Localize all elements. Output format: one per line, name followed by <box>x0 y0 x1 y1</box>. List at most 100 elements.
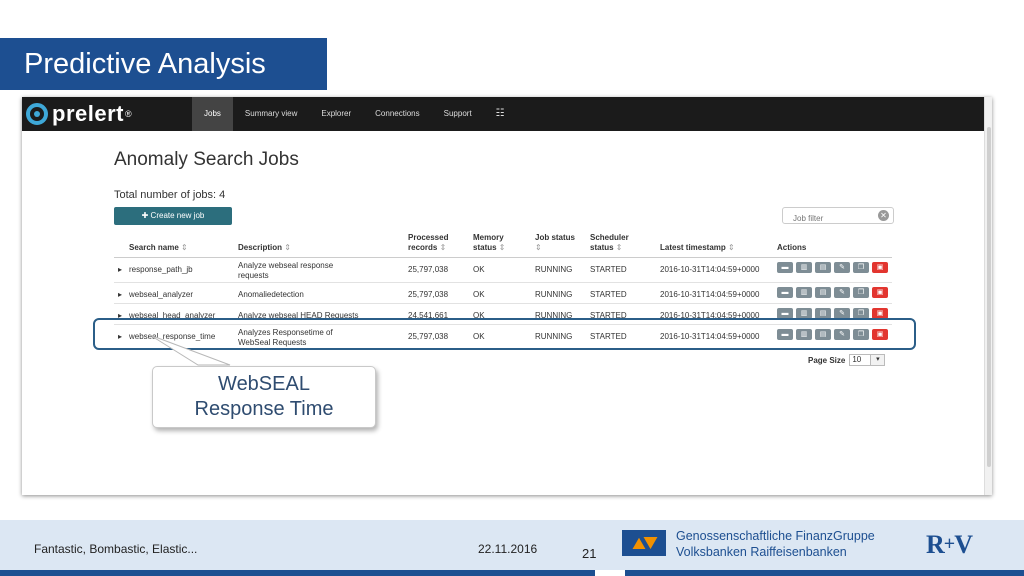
column-header-processed-records[interactable]: Processed records ⇕ <box>408 233 448 252</box>
job-filter-input[interactable] <box>783 211 873 226</box>
page-size-select[interactable]: 10 <box>849 354 872 366</box>
callout-line: WebSEAL <box>218 373 310 395</box>
column-label: Description <box>238 243 283 252</box>
sort-icon: ⇕ <box>728 243 735 252</box>
nav-tab-jobs[interactable]: Jobs <box>192 97 233 131</box>
expand-row-icon[interactable]: ▸ <box>118 290 122 300</box>
column-label: Scheduler <box>590 233 629 242</box>
column-label: status <box>590 242 614 252</box>
memory-status: OK <box>473 290 485 299</box>
clone-icon[interactable]: ❐ <box>853 287 869 298</box>
delete-icon[interactable]: ▣ <box>872 287 888 298</box>
app-screenshot: prelert ® Jobs Summary view Explorer Con… <box>22 97 992 495</box>
column-header-job-status[interactable]: Job status ⇕ <box>535 233 575 252</box>
sort-icon: ⇕ <box>439 242 447 252</box>
column-header-memory-status[interactable]: Memory status ⇕ <box>473 233 506 252</box>
column-header-actions: Actions <box>777 243 807 252</box>
registered-mark: ® <box>124 109 132 119</box>
create-new-job-button[interactable]: ✚ Create new job <box>114 207 232 225</box>
column-label: records <box>408 242 438 252</box>
job-name[interactable]: response_path_jb <box>129 265 193 275</box>
job-name[interactable]: webseal_analyzer <box>129 290 193 300</box>
job-status: RUNNING <box>535 265 573 274</box>
apps-grid-icon[interactable]: ☷ <box>484 97 517 131</box>
prelert-logo[interactable]: prelert ® <box>26 101 132 126</box>
page-size-control: Page Size 10 ▾ <box>808 354 886 366</box>
memory-status: OK <box>473 265 485 274</box>
page-number: 21 <box>582 546 597 561</box>
latest-timestamp: 2016-10-31T14:04:59+0000 <box>660 290 760 299</box>
page-heading: Anomaly Search Jobs <box>114 149 299 170</box>
job-filter[interactable]: ✕ <box>782 207 894 226</box>
slide-title: Predictive Analysis <box>0 38 327 90</box>
column-label: Search name <box>129 243 179 252</box>
row-actions: ▬ ▥ ▤ ✎ ❐ ▣ <box>777 287 888 298</box>
logo-letter: R <box>926 530 945 559</box>
total-jobs-count: Total number of jobs: 4 <box>114 189 226 201</box>
partner-text: Genossenschaftliche FinanzGruppe Volksba… <box>676 528 875 560</box>
volksbank-logo-icon <box>622 530 666 556</box>
footer-strip <box>0 570 1024 576</box>
scheduler-status: STARTED <box>590 290 627 299</box>
footer-strip-gap <box>595 570 625 576</box>
chart-icon[interactable]: ▥ <box>796 262 812 273</box>
latest-timestamp: 2016-10-31T14:04:59+0000 <box>660 265 760 274</box>
logo-letter: V <box>954 530 973 559</box>
footer-text: Fantastic, Bombastic, Elastic... <box>34 542 198 556</box>
delete-icon[interactable]: ▣ <box>872 262 888 273</box>
sort-icon: ⇕ <box>498 242 506 252</box>
nav-tab-summary-view[interactable]: Summary view <box>233 97 309 131</box>
edit-icon[interactable]: ✎ <box>834 262 850 273</box>
clear-filter-icon[interactable]: ✕ <box>878 210 889 221</box>
logo-text: prelert <box>52 101 124 126</box>
prelert-logo-icon <box>26 103 48 125</box>
partner-text-line: Volksbanken Raiffeisenbanken <box>676 545 847 559</box>
column-label: Latest timestamp <box>660 243 726 252</box>
column-label: status <box>473 242 497 252</box>
callout-bubble: WebSEAL Response Time <box>152 366 376 428</box>
table-header: Search name ⇕ Description ⇕ Processed rec… <box>114 232 892 258</box>
chart-icon[interactable]: ▥ <box>796 287 812 298</box>
description-line: Analyze webseal response <box>238 261 334 270</box>
top-navbar: prelert ® Jobs Summary view Explorer Con… <box>22 97 984 131</box>
chevron-down-icon[interactable]: ▾ <box>871 354 886 366</box>
edit-icon[interactable]: ✎ <box>834 287 850 298</box>
scrollbar-thumb[interactable] <box>987 127 991 467</box>
view-results-icon[interactable]: ▬ <box>777 287 793 298</box>
nav-tab-explorer[interactable]: Explorer <box>309 97 363 131</box>
view-results-icon[interactable]: ▬ <box>777 262 793 273</box>
column-label: Memory <box>473 233 504 242</box>
job-description: Analyze webseal response requests <box>238 261 398 281</box>
page-size-label: Page Size <box>808 355 846 365</box>
table-icon[interactable]: ▤ <box>815 287 831 298</box>
nav-tab-connections[interactable]: Connections <box>363 97 431 131</box>
column-label: Job status <box>535 233 576 242</box>
nav-tab-support[interactable]: Support <box>432 97 484 131</box>
callout-line: Response Time <box>194 398 334 420</box>
column-header-description[interactable]: Description ⇕ <box>238 243 398 253</box>
processed-records: 25,797,038 <box>408 290 449 299</box>
column-header-scheduler-status[interactable]: Scheduler status ⇕ <box>590 233 629 252</box>
slide: Predictive Analysis prelert ® Jobs Summa… <box>0 0 1024 576</box>
job-status: RUNNING <box>535 290 573 299</box>
expand-row-icon[interactable]: ▸ <box>118 265 122 275</box>
table-row[interactable]: ▸ response_path_jb Analyze webseal respo… <box>114 258 892 283</box>
ruv-logo: R+V <box>926 530 973 560</box>
table-icon[interactable]: ▤ <box>815 262 831 273</box>
column-label: Processed <box>408 233 449 242</box>
processed-records: 25,797,038 <box>408 265 449 274</box>
sort-icon: ⇕ <box>615 242 623 252</box>
footer-date: 22.11.2016 <box>478 542 538 556</box>
table-row[interactable]: ▸ webseal_analyzer Anomaliedetection 25,… <box>114 283 892 304</box>
clone-icon[interactable]: ❐ <box>853 262 869 273</box>
vertical-scrollbar[interactable] <box>984 97 992 495</box>
description-line: requests <box>238 271 269 280</box>
column-header-search-name[interactable]: Search name ⇕ <box>129 243 188 253</box>
sort-icon: ⇕ <box>284 243 291 252</box>
scheduler-status: STARTED <box>590 265 627 274</box>
row-actions: ▬ ▥ ▤ ✎ ❐ ▣ <box>777 262 888 273</box>
nav-tabs: Jobs Summary view Explorer Connections S… <box>192 97 517 131</box>
column-header-latest-timestamp[interactable]: Latest timestamp ⇕ <box>660 243 735 253</box>
logo-plus: + <box>943 533 955 555</box>
job-description: Anomaliedetection <box>238 290 304 299</box>
